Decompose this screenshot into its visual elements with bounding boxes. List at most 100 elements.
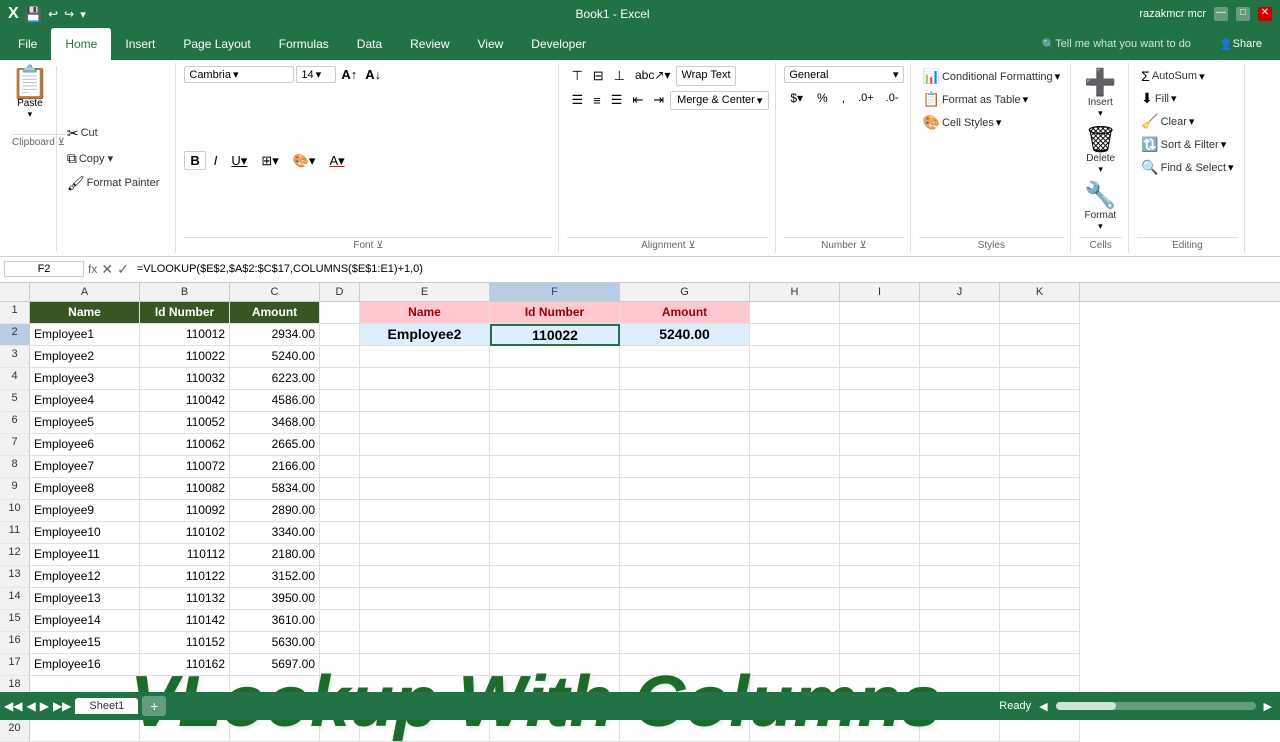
indent-increase-btn[interactable]: ⇥ [649, 90, 668, 110]
cell-6-K[interactable] [1000, 412, 1080, 434]
cell-6-B[interactable]: 110052 [140, 412, 230, 434]
cell-13-D[interactable] [320, 566, 360, 588]
col-header-a[interactable]: A [30, 283, 140, 301]
cell-9-D[interactable] [320, 478, 360, 500]
tab-data[interactable]: Data [343, 28, 396, 60]
cell-4-D[interactable] [320, 368, 360, 390]
cell-8-I[interactable] [840, 456, 920, 478]
cell-9-E[interactable] [360, 478, 490, 500]
cell-12-I[interactable] [840, 544, 920, 566]
tab-review[interactable]: Review [396, 28, 463, 60]
italic-btn[interactable]: I [208, 151, 224, 170]
format-as-table-btn[interactable]: 📋 Format as Table▾ [919, 89, 1033, 110]
cell-16-I[interactable] [840, 632, 920, 654]
cell-15-D[interactable] [320, 610, 360, 632]
cell-12-B[interactable]: 110112 [140, 544, 230, 566]
cell-20-C[interactable] [230, 720, 320, 742]
cell-12-D[interactable] [320, 544, 360, 566]
tab-insert[interactable]: Insert [111, 28, 169, 60]
cell-4-F[interactable] [490, 368, 620, 390]
cell-20-K[interactable] [1000, 720, 1080, 742]
cell-16-E[interactable] [360, 632, 490, 654]
quick-access-more[interactable]: ▾ [80, 8, 86, 21]
cell-8-C[interactable]: 2166.00 [230, 456, 320, 478]
cell-1-F[interactable]: Id Number [490, 302, 620, 324]
row-number[interactable]: 2 [0, 324, 30, 346]
cell-1-B[interactable]: Id Number [140, 302, 230, 324]
row-number[interactable]: 9 [0, 478, 30, 500]
cell-9-H[interactable] [750, 478, 840, 500]
cell-1-I[interactable] [840, 302, 920, 324]
cell-13-J[interactable] [920, 566, 1000, 588]
cell-14-G[interactable] [620, 588, 750, 610]
cell-11-E[interactable] [360, 522, 490, 544]
cell-14-A[interactable]: Employee13 [30, 588, 140, 610]
cell-6-I[interactable] [840, 412, 920, 434]
scroll-right-btn[interactable]: ▶ [1264, 700, 1272, 713]
fill-btn[interactable]: ⬇ Fill▾ [1137, 88, 1180, 109]
row-number[interactable]: 6 [0, 412, 30, 434]
font-size-selector[interactable]: 14▾ [296, 66, 336, 83]
cell-6-E[interactable] [360, 412, 490, 434]
cell-9-C[interactable]: 5834.00 [230, 478, 320, 500]
cell-15-C[interactable]: 3610.00 [230, 610, 320, 632]
cell-2-H[interactable] [750, 324, 840, 346]
cell-17-B[interactable]: 110162 [140, 654, 230, 676]
cell-16-B[interactable]: 110152 [140, 632, 230, 654]
cell-4-A[interactable]: Employee3 [30, 368, 140, 390]
cell-3-H[interactable] [750, 346, 840, 368]
cell-16-D[interactable] [320, 632, 360, 654]
cell-20-E[interactable] [360, 720, 490, 742]
cell-13-G[interactable] [620, 566, 750, 588]
row-number[interactable]: 20 [0, 720, 30, 742]
col-header-i[interactable]: I [840, 283, 920, 301]
cell-7-G[interactable] [620, 434, 750, 456]
cell-4-K[interactable] [1000, 368, 1080, 390]
undo-icon[interactable]: ↩ [48, 7, 58, 21]
tab-page-layout[interactable]: Page Layout [169, 28, 264, 60]
cell-13-C[interactable]: 3152.00 [230, 566, 320, 588]
cell-10-F[interactable] [490, 500, 620, 522]
cell-8-F[interactable] [490, 456, 620, 478]
cell-7-B[interactable]: 110062 [140, 434, 230, 456]
formula-confirm-btn[interactable]: ✓ [117, 261, 129, 278]
cell-11-I[interactable] [840, 522, 920, 544]
cell-10-C[interactable]: 2890.00 [230, 500, 320, 522]
cell-20-G[interactable] [620, 720, 750, 742]
cell-5-A[interactable]: Employee4 [30, 390, 140, 412]
cell-8-D[interactable] [320, 456, 360, 478]
cell-2-D[interactable] [320, 324, 360, 346]
cell-7-C[interactable]: 2665.00 [230, 434, 320, 456]
left-align-btn[interactable]: ☰ [567, 90, 587, 110]
font-selector[interactable]: Cambria▾ [184, 66, 294, 83]
cell-7-H[interactable] [750, 434, 840, 456]
cell-3-J[interactable] [920, 346, 1000, 368]
formula-cancel-btn[interactable]: ✕ [101, 261, 113, 278]
cell-20-H[interactable] [750, 720, 840, 742]
border-btn[interactable]: ⊞▾ [255, 151, 284, 171]
cell-13-E[interactable] [360, 566, 490, 588]
cell-2-G[interactable]: 5240.00 [620, 324, 750, 346]
number-format-selector[interactable]: General▾ [784, 66, 903, 83]
underline-btn[interactable]: U▾ [225, 151, 253, 171]
share-btn[interactable]: 👤 Share [1205, 28, 1276, 60]
row-number[interactable]: 1 [0, 302, 30, 324]
cell-9-J[interactable] [920, 478, 1000, 500]
top-align-btn[interactable]: ⊤ [567, 66, 586, 86]
cell-14-I[interactable] [840, 588, 920, 610]
decimal-decrease-btn[interactable]: .0- [881, 89, 904, 107]
row-number[interactable]: 10 [0, 500, 30, 522]
cell-16-A[interactable]: Employee15 [30, 632, 140, 654]
cell-16-F[interactable] [490, 632, 620, 654]
tab-formulas[interactable]: Formulas [265, 28, 343, 60]
cell-13-F[interactable] [490, 566, 620, 588]
cell-11-H[interactable] [750, 522, 840, 544]
cell-12-C[interactable]: 2180.00 [230, 544, 320, 566]
col-header-d[interactable]: D [320, 283, 360, 301]
cell-5-E[interactable] [360, 390, 490, 412]
row-number[interactable]: 4 [0, 368, 30, 390]
cell-14-H[interactable] [750, 588, 840, 610]
cell-2-B[interactable]: 110012 [140, 324, 230, 346]
cell-2-I[interactable] [840, 324, 920, 346]
cell-8-G[interactable] [620, 456, 750, 478]
